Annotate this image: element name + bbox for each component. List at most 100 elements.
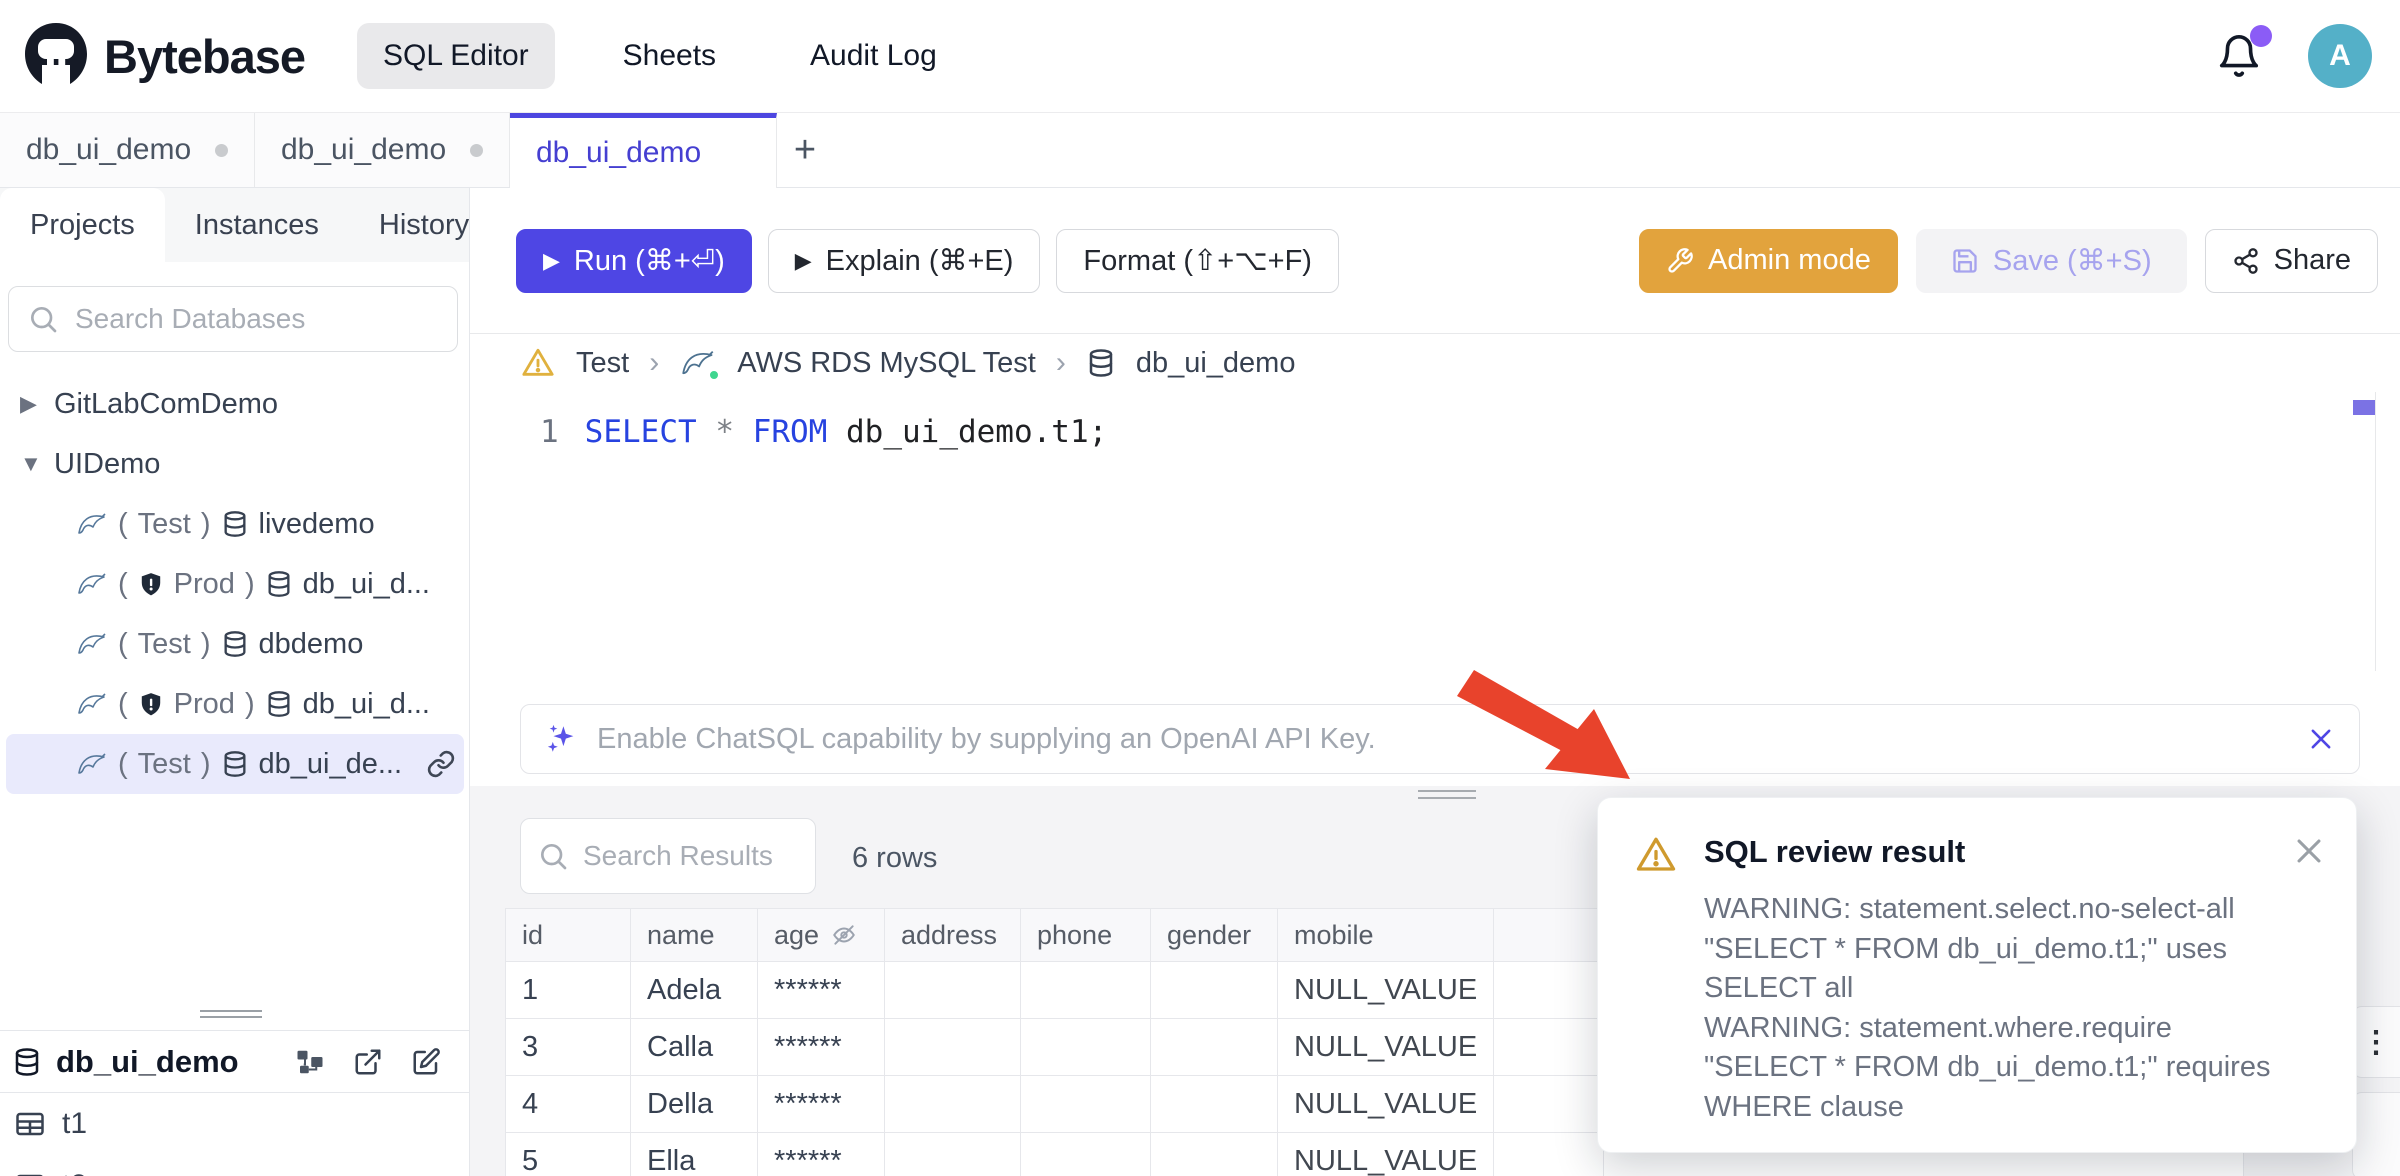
results-more-button[interactable]: ⋮ bbox=[2352, 1006, 2400, 1078]
admin-mode-button[interactable]: Admin mode bbox=[1639, 229, 1898, 293]
save-button[interactable]: Save (⌘+S) bbox=[1916, 229, 2187, 293]
format-button[interactable]: Format (⇧+⌥+F) bbox=[1056, 229, 1339, 293]
mysql-dolphin-icon bbox=[76, 569, 108, 599]
env-close: ) bbox=[245, 688, 255, 721]
col-phone[interactable]: phone bbox=[1021, 909, 1151, 962]
status-online-dot bbox=[707, 368, 721, 382]
bytebase-sql-editor: Bytebase SQL Editor Sheets Audit Log A d… bbox=[0, 0, 2400, 1176]
format-label: Format (⇧+⌥+F) bbox=[1083, 243, 1312, 278]
explain-button[interactable]: ▶ Explain (⌘+E) bbox=[768, 229, 1041, 293]
popup-close-icon[interactable] bbox=[2292, 834, 2326, 868]
share-label: Share bbox=[2274, 244, 2351, 277]
popup-title: SQL review result bbox=[1704, 834, 1965, 870]
run-button[interactable]: ▶ Run (⌘+⏎) bbox=[516, 229, 752, 293]
table-name: t2 bbox=[62, 1169, 87, 1176]
query-tab-label: db_ui_demo bbox=[536, 136, 701, 170]
sidebar-horizontal-splitter[interactable] bbox=[200, 1010, 262, 1020]
env-close: ) bbox=[201, 508, 211, 541]
col-mobile[interactable]: mobile bbox=[1278, 909, 1494, 962]
nav-sheets[interactable]: Sheets bbox=[597, 23, 742, 89]
table-item-t1[interactable]: t1 bbox=[0, 1093, 469, 1155]
db-row-prod-1[interactable]: ( Prod ) db_ui_d... bbox=[0, 554, 470, 614]
share-button[interactable]: Share bbox=[2205, 229, 2378, 293]
col-address[interactable]: address bbox=[885, 909, 1021, 962]
search-results-placeholder: Search Results bbox=[583, 840, 773, 872]
schema-diagram-icon[interactable] bbox=[295, 1047, 325, 1077]
mysql-dolphin-icon bbox=[76, 749, 108, 779]
chevron-right-icon: ▶ bbox=[20, 391, 40, 417]
run-label: Run (⌘+⏎) bbox=[574, 243, 725, 278]
warning-marker bbox=[2353, 400, 2375, 415]
nav-audit-log[interactable]: Audit Log bbox=[784, 23, 963, 89]
sql-editor[interactable]: 1SELECT * FROM db_ui_demo.t1; bbox=[470, 392, 2400, 687]
chevron-down-icon: ▼ bbox=[20, 451, 40, 477]
database-icon bbox=[1086, 347, 1116, 379]
row-count: 6 rows bbox=[852, 842, 937, 875]
notification-dot bbox=[2250, 25, 2272, 47]
editor-overview-ruler[interactable] bbox=[2375, 392, 2376, 671]
query-tab-1[interactable]: db_ui_demo bbox=[0, 113, 255, 187]
play-icon: ▶ bbox=[795, 248, 812, 274]
db-row-livedemo[interactable]: ( Test ) livedemo bbox=[0, 494, 470, 554]
breadcrumb-instance[interactable]: AWS RDS MySQL Test bbox=[737, 347, 1036, 380]
avatar[interactable]: A bbox=[2308, 24, 2372, 88]
explain-label: Explain (⌘+E) bbox=[826, 243, 1014, 278]
sidebar-tab-instances[interactable]: Instances bbox=[165, 188, 349, 262]
sql-review-popup: SQL review result WARNING: statement.sel… bbox=[1597, 797, 2357, 1153]
query-tab-3-active[interactable]: db_ui_demo bbox=[510, 113, 777, 188]
shield-icon bbox=[138, 690, 164, 718]
db-name: db_ui_d... bbox=[303, 688, 430, 721]
search-icon bbox=[27, 303, 59, 335]
database-icon bbox=[221, 749, 249, 779]
banner-close-icon[interactable] bbox=[2307, 725, 2335, 753]
external-link-icon[interactable] bbox=[353, 1047, 383, 1077]
edit-icon[interactable] bbox=[411, 1047, 441, 1077]
popup-body: WARNING: statement.select.no-select-all … bbox=[1704, 890, 2316, 1127]
env-label: Prod bbox=[174, 688, 235, 721]
db-name: db_ui_d... bbox=[303, 568, 430, 601]
save-label: Save (⌘+S) bbox=[1993, 243, 2152, 278]
editor-toolbar: ▶ Run (⌘+⏎) ▶ Explain (⌘+E) Format (⇧+⌥+… bbox=[470, 188, 2400, 334]
project-gitlabcomdemo[interactable]: ▶ GitLabComDemo bbox=[0, 374, 470, 434]
nav-sql-editor[interactable]: SQL Editor bbox=[357, 23, 555, 89]
mysql-dolphin-icon bbox=[76, 689, 108, 719]
col-extra bbox=[1494, 909, 1604, 962]
db-row-selected[interactable]: ( Test ) db_ui_de... bbox=[6, 734, 464, 794]
brand-logo[interactable]: Bytebase bbox=[22, 21, 305, 91]
search-databases-input[interactable]: Search Databases bbox=[8, 286, 458, 352]
new-tab-button[interactable]: + bbox=[777, 113, 833, 187]
warning-icon bbox=[1634, 834, 1678, 876]
env-open: ( bbox=[118, 748, 128, 781]
tab-status-dot bbox=[215, 144, 228, 157]
mysql-dolphin-icon bbox=[76, 629, 108, 659]
share-icon bbox=[2232, 247, 2260, 275]
col-gender[interactable]: gender bbox=[1151, 909, 1278, 962]
mysql-dolphin-icon bbox=[679, 346, 717, 380]
save-icon bbox=[1951, 247, 1979, 275]
sidebar-tab-projects[interactable]: Projects bbox=[0, 188, 165, 262]
col-name[interactable]: name bbox=[631, 909, 758, 962]
notification-bell-icon[interactable] bbox=[2216, 33, 2262, 79]
table-item-t2[interactable]: t2 bbox=[0, 1155, 469, 1176]
col-id[interactable]: id bbox=[506, 909, 631, 962]
breadcrumb-environment[interactable]: Test bbox=[576, 347, 629, 380]
results-edge-button[interactable] bbox=[2352, 1092, 2400, 1176]
search-icon bbox=[537, 840, 569, 872]
env-open: ( bbox=[118, 688, 128, 721]
env-label: Prod bbox=[174, 568, 235, 601]
table-icon bbox=[14, 1171, 46, 1176]
db-row-prod-2[interactable]: ( Prod ) db_ui_d... bbox=[0, 674, 470, 734]
query-tab-2[interactable]: db_ui_demo bbox=[255, 113, 510, 187]
env-close: ) bbox=[201, 748, 211, 781]
chatsql-banner[interactable]: Enable ChatSQL capability by supplying a… bbox=[520, 704, 2360, 774]
table-name: t1 bbox=[62, 1107, 87, 1141]
col-age[interactable]: age bbox=[758, 909, 885, 962]
search-results-input[interactable]: Search Results bbox=[520, 818, 816, 894]
db-name: db_ui_de... bbox=[259, 748, 403, 781]
admin-mode-label: Admin mode bbox=[1708, 244, 1871, 277]
breadcrumb-database[interactable]: db_ui_demo bbox=[1136, 347, 1296, 380]
play-icon: ▶ bbox=[543, 248, 560, 274]
project-uidemo[interactable]: ▼ UIDemo bbox=[0, 434, 470, 494]
db-row-dbdemo[interactable]: ( Test ) dbdemo bbox=[0, 614, 470, 674]
connection-breadcrumb: Test › AWS RDS MySQL Test › db_ui_demo bbox=[470, 334, 2400, 392]
